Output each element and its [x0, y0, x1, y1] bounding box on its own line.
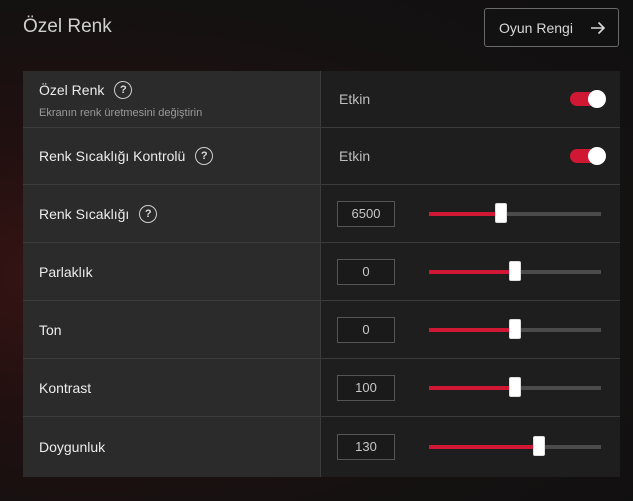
toggle-knob	[588, 147, 606, 165]
row-temp-control: Renk Sıcaklığı Kontrolü ? Etkin	[23, 128, 620, 185]
top-bar: Özel Renk Oyun Rengi	[0, 0, 633, 60]
slider-fill	[429, 445, 540, 449]
slider-thumb[interactable]	[533, 436, 546, 456]
slider-fill	[429, 385, 515, 390]
brightness-slider[interactable]	[429, 260, 601, 281]
help-icon[interactable]: ?	[114, 81, 133, 99]
slider-fill	[429, 327, 515, 332]
contrast-label: Kontrast	[39, 379, 92, 396]
help-icon[interactable]: ?	[139, 204, 158, 223]
row-hue: Ton 0	[23, 301, 620, 359]
saturation-input[interactable]: 130	[337, 434, 395, 460]
row-saturation: Doygunluk 130	[23, 417, 620, 477]
row-brightness: Parlaklık 0	[23, 243, 620, 301]
slider-thumb[interactable]	[509, 376, 521, 397]
contrast-input[interactable]: 100	[337, 374, 395, 401]
row-custom-color: Özel Renk ? Ekranın renk üretmesini deği…	[23, 71, 620, 128]
game-color-button-label: Oyun Rengi	[499, 19, 573, 36]
temperature-label: Renk Sıcaklığı	[39, 205, 130, 222]
slider-fill	[429, 211, 502, 216]
page-title: Özel Renk	[23, 16, 112, 37]
brightness-input[interactable]: 0	[337, 258, 395, 285]
temperature-slider[interactable]	[429, 202, 601, 223]
contrast-slider[interactable]	[429, 376, 601, 397]
temp-control-toggle[interactable]	[570, 147, 606, 165]
slider-thumb[interactable]	[495, 202, 508, 223]
custom-color-state: Etkin	[339, 91, 371, 107]
help-icon[interactable]: ?	[195, 147, 214, 165]
row-contrast: Kontrast 100	[23, 359, 620, 417]
temperature-input[interactable]: 6500	[337, 200, 395, 227]
slider-fill	[429, 269, 515, 274]
hue-label: Ton	[39, 321, 62, 338]
settings-panel: Özel Renk ? Ekranın renk üretmesini deği…	[23, 71, 620, 477]
custom-color-label: Özel Renk	[39, 82, 105, 98]
saturation-label: Doygunluk	[39, 439, 106, 455]
hue-input[interactable]: 0	[337, 316, 395, 343]
slider-thumb[interactable]	[509, 260, 521, 281]
slider-thumb[interactable]	[509, 318, 521, 339]
game-color-button[interactable]: Oyun Rengi	[484, 8, 619, 47]
row-temperature: Renk Sıcaklığı ? 6500	[23, 185, 620, 243]
temp-control-state: Etkin	[339, 148, 371, 164]
toggle-knob	[588, 90, 606, 108]
hue-slider[interactable]	[429, 318, 601, 339]
brightness-label: Parlaklık	[39, 263, 93, 280]
saturation-slider[interactable]	[429, 436, 601, 456]
custom-color-toggle[interactable]	[570, 90, 606, 108]
custom-color-description: Ekranın renk üretmesini değiştirin	[39, 107, 203, 119]
temp-control-label: Renk Sıcaklığı Kontrolü	[39, 148, 186, 164]
arrow-right-icon	[591, 21, 606, 34]
